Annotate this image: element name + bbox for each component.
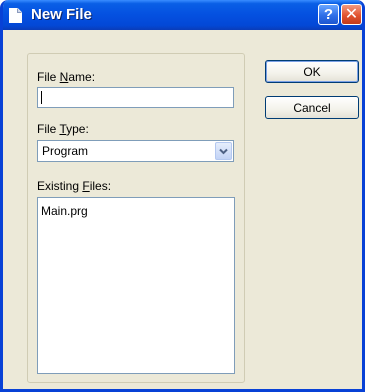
- file-type-value: Program: [42, 144, 89, 158]
- chevron-down-icon: [219, 148, 228, 155]
- text-caret: [41, 91, 42, 104]
- file-name-label: File Name:: [37, 70, 96, 84]
- file-type-dropdown-button[interactable]: [215, 142, 232, 160]
- file-type-label: File Type:: [37, 122, 89, 136]
- list-item[interactable]: Main.prg: [41, 204, 88, 218]
- cancel-button[interactable]: Cancel: [265, 96, 359, 119]
- help-icon: ?: [323, 6, 334, 23]
- file-name-input[interactable]: [37, 87, 234, 108]
- dialog-title: New File: [31, 6, 92, 23]
- title-bar[interactable]: New File ? ✕: [3, 0, 362, 30]
- help-button[interactable]: ?: [318, 4, 339, 25]
- new-file-dialog: New File ? ✕ File Name: File Type: Progr…: [0, 0, 365, 392]
- document-icon: [9, 8, 22, 23]
- ok-button[interactable]: OK: [265, 60, 359, 83]
- close-button[interactable]: ✕: [341, 4, 362, 25]
- file-type-select[interactable]: Program: [37, 140, 234, 162]
- existing-files-label: Existing Files:: [37, 179, 112, 193]
- existing-files-list[interactable]: Main.prg: [37, 197, 235, 374]
- close-icon: ✕: [344, 6, 359, 23]
